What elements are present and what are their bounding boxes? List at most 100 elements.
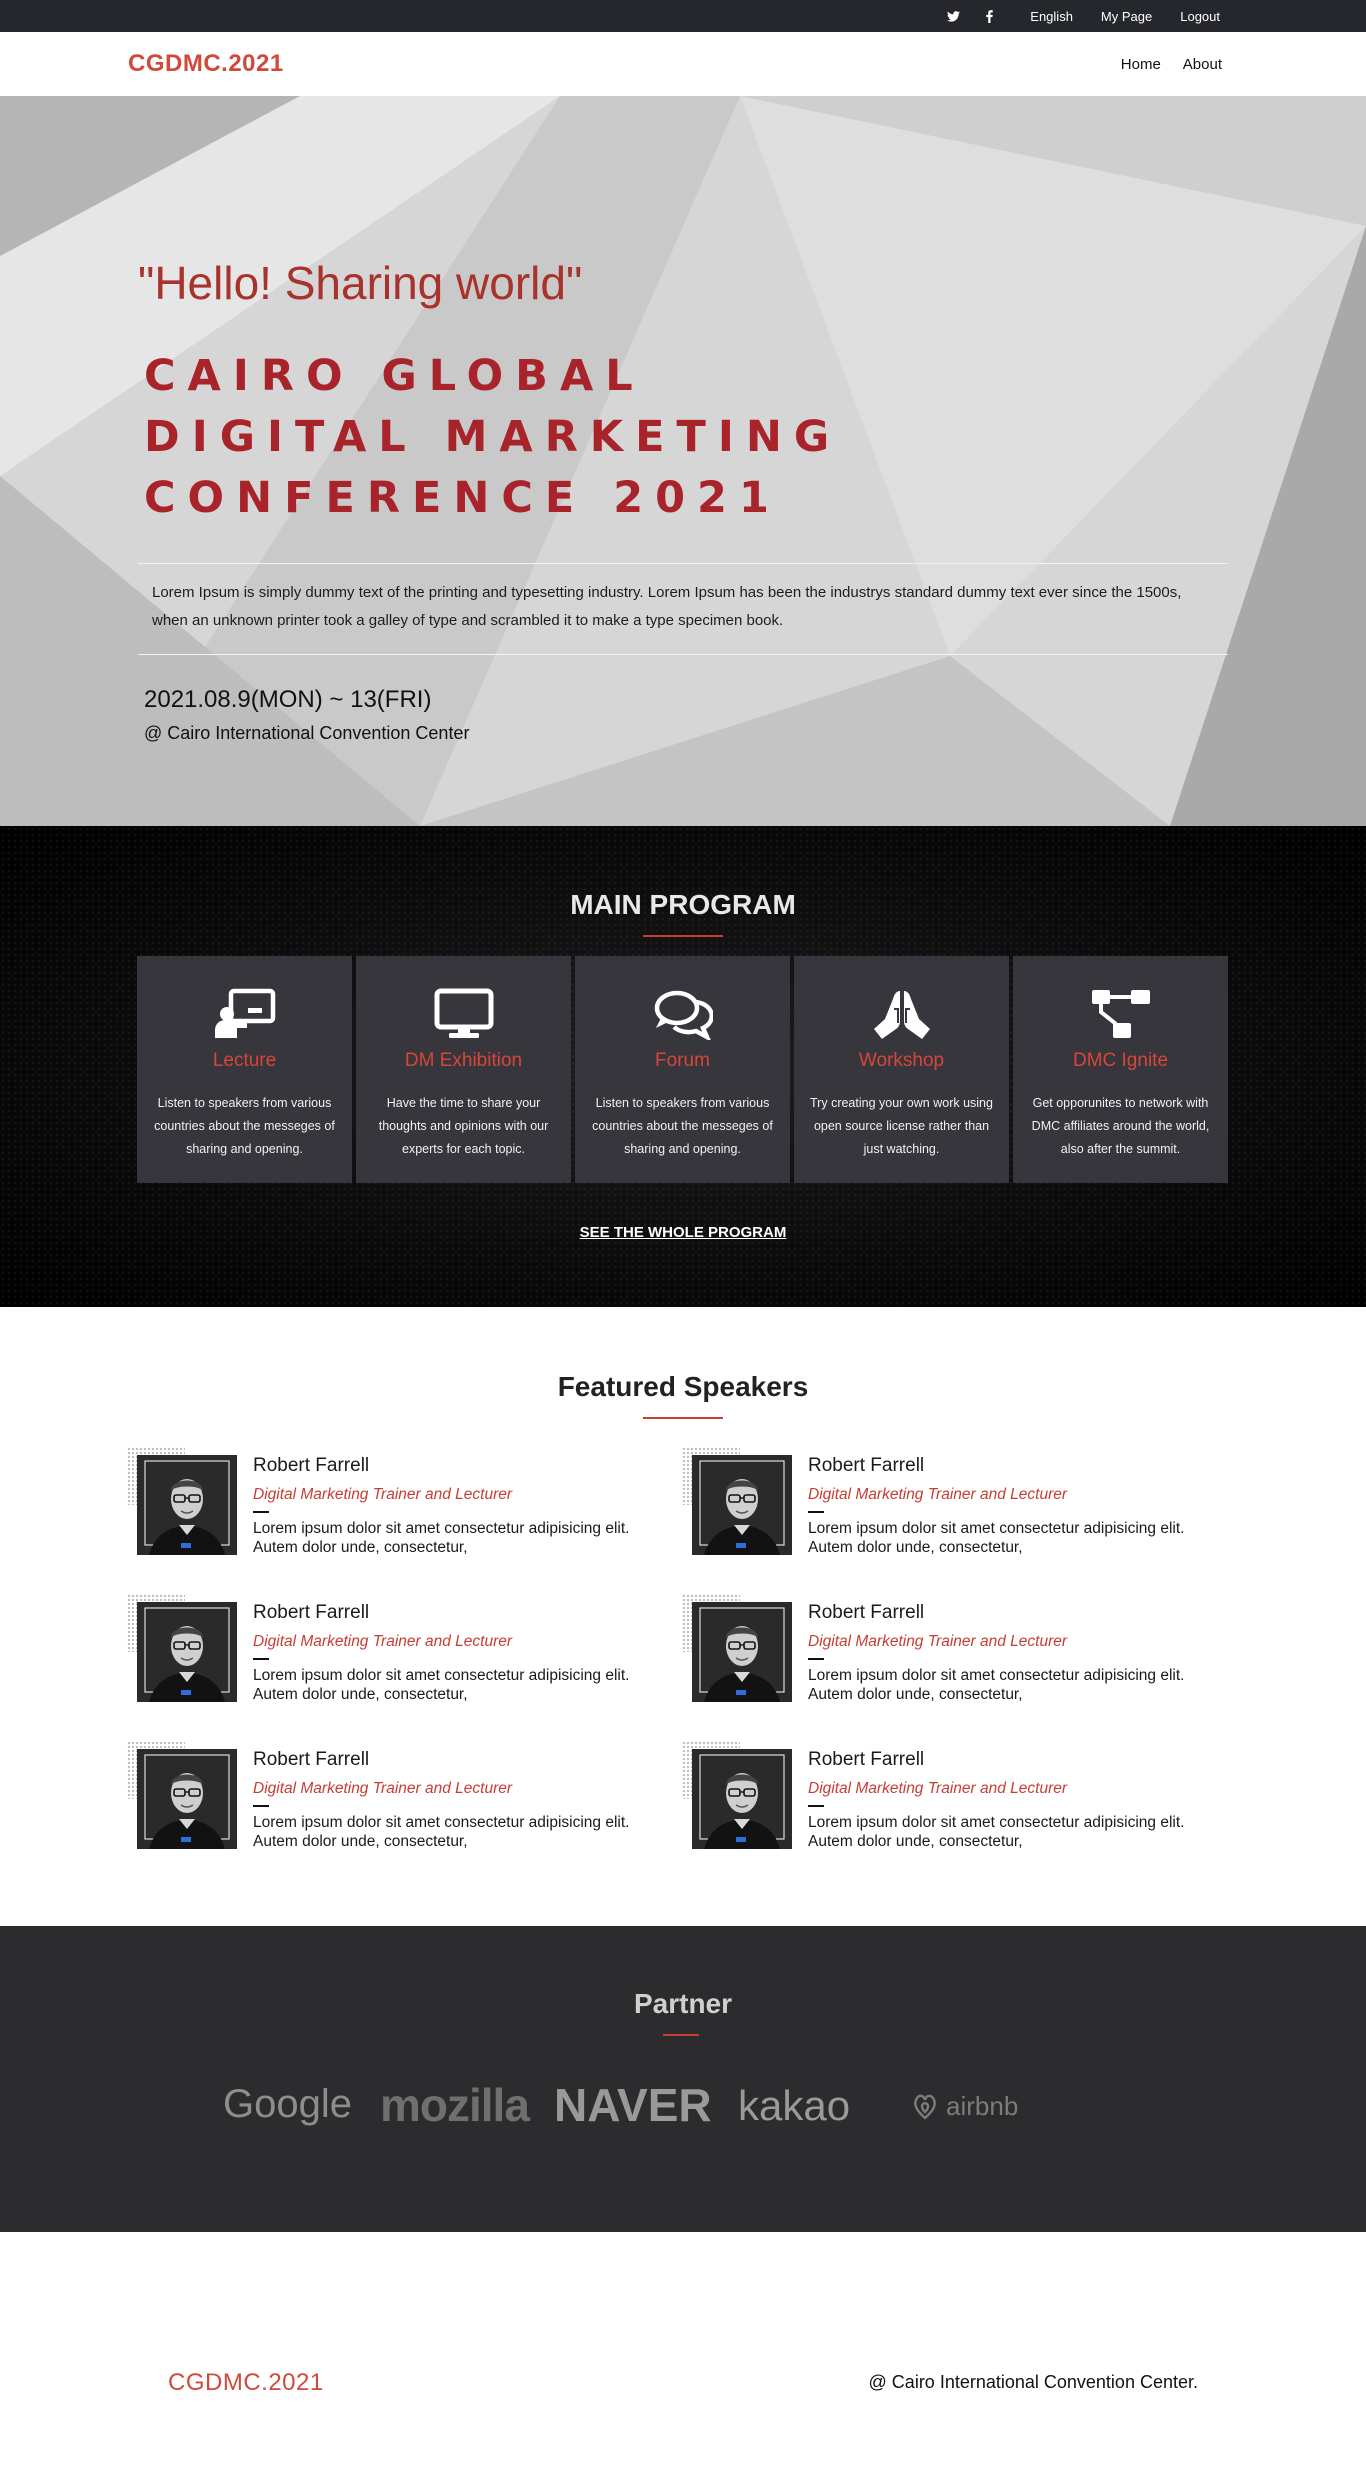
- language-link[interactable]: English: [1030, 9, 1073, 24]
- speaker-role: Digital Marketing Trainer and Lecturer: [808, 1780, 1068, 1797]
- speaker-dash: [808, 1658, 824, 1660]
- speaker-card[interactable]: Robert Farrell Digital Marketing Trainer …: [682, 1741, 1212, 1859]
- program-card-lecture[interactable]: Lecture Listen to speakers from various …: [137, 956, 352, 1183]
- program-card-workshop[interactable]: Workshop Try creating your own work usin…: [794, 956, 1009, 1183]
- speaker-bio: Lorem ipsum dolor sit amet consectetur a…: [808, 1814, 1185, 1850]
- speaker-role: Digital Marketing Trainer and Lecturer: [253, 1633, 513, 1650]
- card-text: Try creating your own work using open so…: [810, 1096, 993, 1156]
- divider: [138, 563, 1228, 564]
- hero-title-line: DIGITAL MARKETING: [144, 412, 842, 462]
- speaker-role: Digital Marketing Trainer and Lecturer: [253, 1780, 513, 1797]
- speaker-bio: Lorem ipsum dolor sit amet consectetur a…: [808, 1667, 1185, 1703]
- speaker-name: Robert Farrell: [808, 1749, 925, 1770]
- partner-logo-naver[interactable]: NAVER: [554, 2078, 712, 2132]
- footer-brand[interactable]: CGDMC.2021: [168, 2369, 324, 2397]
- speaker-role: Digital Marketing Trainer and Lecturer: [808, 1633, 1068, 1650]
- card-text: Listen to speakers from various countrie…: [592, 1096, 773, 1156]
- nav-menu: Home About: [1121, 56, 1222, 73]
- speaker-name: Robert Farrell: [253, 1602, 370, 1623]
- speaker-name: Robert Farrell: [253, 1455, 370, 1476]
- speaker-role: Digital Marketing Trainer and Lecturer: [808, 1486, 1068, 1503]
- hero-title: CAIRO GLOBAL DIGITAL MARKETING CONFERENC…: [144, 346, 841, 529]
- card-title: Lecture: [212, 1050, 277, 1071]
- hero-title-line: CAIRO GLOBAL: [144, 351, 645, 401]
- speakers-section: Featured Speakers Robert Farrell Digital …: [0, 1307, 1366, 1926]
- section-title: Partner: [633, 1988, 733, 2019]
- speaker-bio: Lorem ipsum dolor sit amet consectetur a…: [808, 1520, 1185, 1556]
- speaker-dash: [253, 1511, 269, 1513]
- logout-link[interactable]: Logout: [1180, 9, 1220, 24]
- program-card-forum[interactable]: Forum Listen to speakers from various co…: [575, 956, 790, 1183]
- speaker-bio: Lorem ipsum dolor sit amet consectetur a…: [253, 1667, 630, 1703]
- hero-description: Lorem Ipsum is simply dummy text of the …: [152, 584, 1182, 629]
- praying-hands-icon: [794, 986, 1009, 1042]
- partner-logo-label: airbnb: [946, 2090, 1019, 2121]
- program-card-exhibition[interactable]: DM Exhibition Have the time to share you…: [356, 956, 571, 1183]
- partner-logos: Google mozilla NAVER kakao airbnb: [220, 2076, 1120, 2146]
- partner-logo-mozilla[interactable]: mozilla: [380, 2078, 530, 2132]
- speaker-card[interactable]: Robert Farrell Digital Marketing Trainer …: [682, 1447, 1212, 1565]
- twitter-icon[interactable]: [946, 9, 960, 23]
- speaker-card[interactable]: Robert Farrell Digital Marketing Trainer …: [127, 1741, 657, 1859]
- section-title: MAIN PROGRAM: [570, 889, 796, 920]
- divider: [138, 654, 1228, 655]
- speaker-card[interactable]: Robert Farrell Digital Marketing Trainer …: [682, 1594, 1212, 1712]
- speaker-name: Robert Farrell: [808, 1455, 925, 1476]
- speaker-name: Robert Farrell: [808, 1602, 925, 1623]
- nav-about-link[interactable]: About: [1183, 56, 1222, 73]
- hero-quote: "Hello! Sharing world": [138, 257, 583, 309]
- speaker-dash: [808, 1805, 824, 1807]
- chat-bubbles-icon: [575, 986, 790, 1042]
- speaker-card[interactable]: Robert Farrell Digital Marketing Trainer …: [127, 1447, 657, 1565]
- program-card-ignite[interactable]: DMC Ignite Get opporunites to network wi…: [1013, 956, 1228, 1183]
- top-bar: English My Page Logout: [0, 0, 1366, 32]
- hero-title-line: CONFERENCE 2021: [144, 473, 781, 523]
- partner-logo-kakao[interactable]: kakao: [738, 2082, 850, 2130]
- speaker-photo: [692, 1455, 792, 1555]
- speaker-card[interactable]: Robert Farrell Digital Marketing Trainer …: [127, 1594, 657, 1712]
- partner-logo-google[interactable]: Google: [223, 2082, 352, 2127]
- footer-address: @ Cairo International Convention Center.: [868, 2372, 1198, 2392]
- lecture-icon: [137, 986, 352, 1042]
- program-section: MAIN PROGRAM Lecture Listen to speakers …: [0, 826, 1366, 1307]
- card-title: DM Exhibition: [404, 1050, 523, 1071]
- card-title: DMC Ignite: [1072, 1050, 1169, 1071]
- hero-section: "Hello! Sharing world" CAIRO GLOBAL DIGI…: [0, 96, 1366, 826]
- speaker-bio: Lorem ipsum dolor sit amet consectetur a…: [253, 1814, 630, 1850]
- speaker-photo: [137, 1602, 237, 1702]
- speaker-photo: [137, 1455, 237, 1555]
- event-date: 2021.08.9(MON) ~ 13(FRI): [144, 686, 432, 713]
- social-icons: [946, 9, 996, 23]
- speaker-role: Digital Marketing Trainer and Lecturer: [253, 1486, 513, 1503]
- footer: CGDMC.2021 @ Cairo International Convent…: [0, 2232, 1366, 2463]
- my-page-link[interactable]: My Page: [1101, 9, 1152, 24]
- section-title: Featured Speakers: [557, 1371, 809, 1402]
- title-underline: [643, 935, 723, 937]
- facebook-icon[interactable]: [982, 9, 996, 23]
- airbnb-icon: [914, 2094, 936, 2120]
- card-text: Get opporunites to network with DMC affi…: [1031, 1096, 1210, 1156]
- speaker-photo: [692, 1602, 792, 1702]
- card-text: Have the time to share your thoughts and…: [378, 1096, 549, 1156]
- speaker-name: Robert Farrell: [253, 1749, 370, 1770]
- card-text: Listen to speakers from various countrie…: [154, 1096, 335, 1156]
- monitor-icon: [356, 986, 571, 1042]
- title-underline: [663, 2034, 699, 2036]
- nav-home-link[interactable]: Home: [1121, 56, 1161, 73]
- speaker-bio: Lorem ipsum dolor sit amet consectetur a…: [253, 1520, 630, 1556]
- speaker-dash: [808, 1511, 824, 1513]
- speaker-photo: [692, 1749, 792, 1849]
- card-title: Workshop: [858, 1050, 945, 1071]
- see-whole-program-link[interactable]: SEE THE WHOLE PROGRAM: [580, 1224, 787, 1241]
- event-venue: @ Cairo International Convention Center: [144, 723, 470, 743]
- title-underline: [643, 1417, 723, 1419]
- partner-logo-airbnb[interactable]: airbnb: [910, 2090, 1018, 2122]
- program-more: SEE THE WHOLE PROGRAM: [0, 1224, 1366, 1242]
- card-title: Forum: [655, 1050, 710, 1071]
- brand-logo[interactable]: CGDMC.2021: [128, 50, 284, 78]
- speaker-dash: [253, 1658, 269, 1660]
- main-nav: CGDMC.2021 Home About: [0, 32, 1366, 96]
- network-icon: [1013, 986, 1228, 1042]
- speaker-photo: [137, 1749, 237, 1849]
- speaker-dash: [253, 1805, 269, 1807]
